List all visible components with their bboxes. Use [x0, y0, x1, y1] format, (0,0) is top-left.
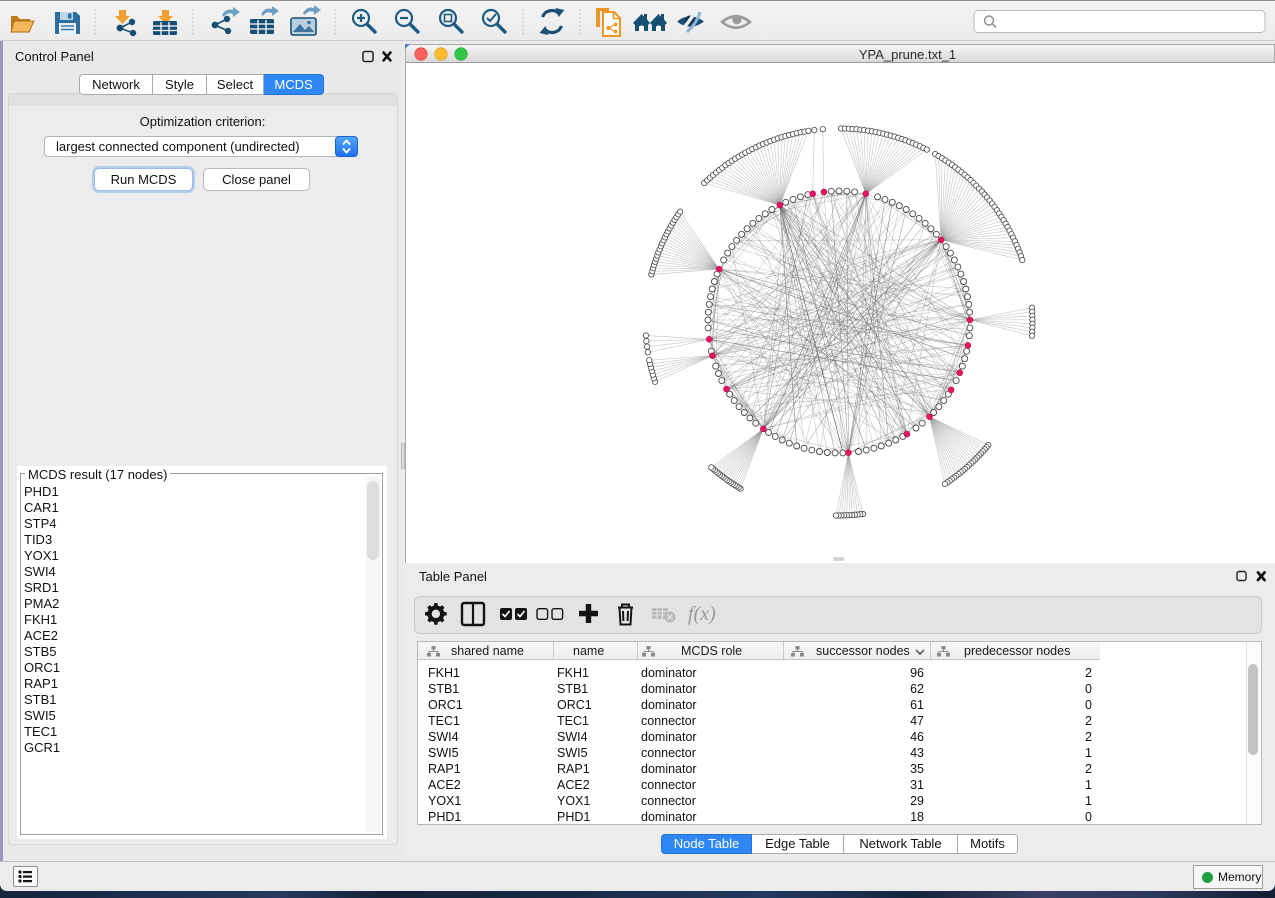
svg-text:f(x): f(x)	[688, 603, 716, 625]
